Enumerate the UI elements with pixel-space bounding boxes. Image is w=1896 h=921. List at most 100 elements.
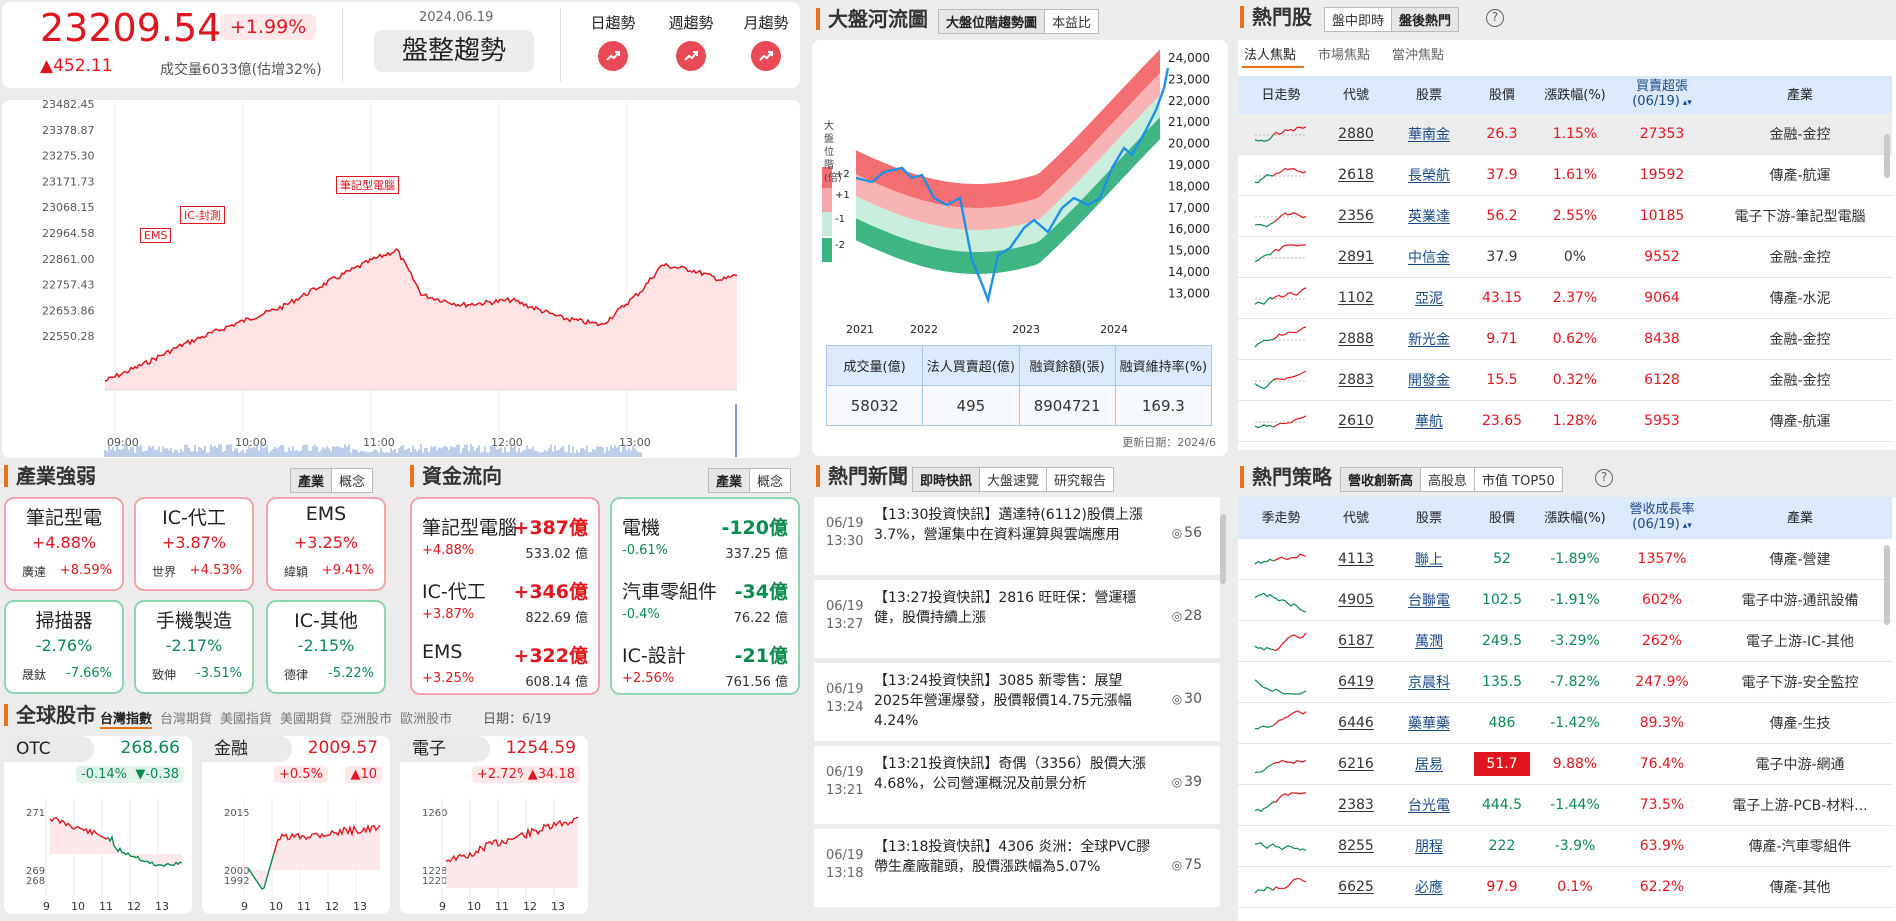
news-item[interactable]: 06/19 13:21 【13:21投資快訊】奇偶（3356）股價大漲 4.68%，… <box>814 746 1220 824</box>
tab-industry[interactable]: 產業 <box>291 469 333 492</box>
tab-concept[interactable]: 概念 <box>750 469 790 492</box>
sort-icon[interactable]: ▴▾ <box>1680 521 1692 531</box>
table-row[interactable]: 8255 朋程 222 -3.9% 63.9% 傳產-汽車零組件 <box>1238 825 1892 867</box>
global-market-card[interactable]: 金融 2009.57 +0.5% ▲10 2015 2000 1992 9 10 11 12 13 <box>202 736 390 914</box>
stock-name[interactable]: 亞泥 <box>1388 277 1470 319</box>
tab-realtime-news[interactable]: 即時快訊 <box>913 468 981 491</box>
table-row[interactable]: 2618 長榮航 37.9 1.61% 19592 傳產-航運 <box>1238 154 1892 196</box>
stock-name[interactable]: 開發金 <box>1388 359 1470 401</box>
stock-code[interactable]: 2891 <box>1324 236 1388 278</box>
industry-card[interactable]: IC-代工 +3.87% 世界 +4.53% <box>134 497 254 591</box>
sort-icon[interactable]: ▴▾ <box>1680 98 1692 108</box>
news-item[interactable]: 06/19 13:24 【13:24投資快訊】3085 新零售：展望2025年營運爆… <box>814 663 1220 741</box>
daily-trend-button[interactable]: 日趨勢 <box>578 12 648 71</box>
flow-row[interactable]: 筆記型電腦 +387億 +4.88% 533.02 億 <box>422 509 588 573</box>
intraday-chart[interactable]: 23482.45 23378.87 23275.30 23171.73 23068.15… <box>2 100 800 458</box>
stock-code[interactable]: 2883 <box>1324 359 1388 401</box>
global-tab[interactable]: 台灣期貨 <box>160 708 212 729</box>
strategy-scrollbar[interactable] <box>1884 545 1890 625</box>
stock-name[interactable]: 京晨科 <box>1388 661 1470 703</box>
global-market-card[interactable]: OTC 268.66 -0.14% ▼-0.38 271 269 268 9 10 11 12 13 <box>4 736 192 914</box>
stock-code[interactable]: 4113 <box>1324 539 1388 580</box>
stock-code[interactable]: 6446 <box>1324 702 1388 744</box>
stock-code[interactable]: 6419 <box>1324 661 1388 703</box>
stock-name[interactable]: 必應 <box>1388 866 1470 908</box>
stock-code[interactable]: 2610 <box>1324 400 1388 442</box>
stock-code[interactable]: 1102 <box>1324 277 1388 319</box>
tab-market-level[interactable]: 大盤位階趨勢圖 <box>939 10 1046 33</box>
table-row[interactable]: 2383 台光電 444.5 -1.44% 73.5% 電子上游-PCB-材料... <box>1238 784 1892 826</box>
hot-subtab[interactable]: 市場焦點 <box>1318 44 1370 63</box>
stock-code[interactable]: 2618 <box>1324 154 1388 196</box>
global-tab[interactable]: 美國期貨 <box>280 708 332 729</box>
stock-code[interactable]: 4905 <box>1324 579 1388 621</box>
table-row[interactable]: 2356 英業達 56.2 2.55% 10185 電子下游-筆記型電腦 <box>1238 195 1892 237</box>
flow-row[interactable]: EMS +322億 +3.25% 608.14 億 <box>422 637 588 701</box>
hot-subtab[interactable]: 當沖焦點 <box>1392 44 1444 63</box>
tab-intraday[interactable]: 盤中即時 <box>1325 8 1393 31</box>
global-tab[interactable]: 台灣指數 <box>100 708 153 729</box>
news-item[interactable]: 06/19 13:27 【13:27投資快訊】2816 旺旺保：營運穩健，股價持續上… <box>814 580 1220 658</box>
stock-name[interactable]: 萬潤 <box>1388 620 1470 662</box>
global-tab[interactable]: 亞洲股市 <box>340 708 392 729</box>
news-scrollbar[interactable] <box>1220 514 1226 584</box>
help-icon[interactable]: ? <box>1486 9 1504 27</box>
stock-name[interactable]: 新光金 <box>1388 318 1470 360</box>
tab-revenue-high[interactable]: 營收創新高 <box>1341 468 1422 491</box>
stock-name[interactable]: 中信金 <box>1388 236 1470 278</box>
stock-name[interactable]: 居易 <box>1388 743 1470 785</box>
flow-row[interactable]: 電機 -120億 -0.61% 337.25 億 <box>622 509 788 573</box>
table-row[interactable]: 6216 居易 51.7 9.88% 76.4% 電子中游-網通 <box>1238 743 1892 785</box>
industry-card[interactable]: 手機製造 -2.17% 致伸 -3.51% <box>134 600 254 694</box>
global-tab[interactable]: 歐洲股市 <box>400 708 452 729</box>
table-row[interactable]: 2891 中信金 37.9 0% 9552 金融-金控 <box>1238 236 1892 278</box>
stock-name[interactable]: 藥華藥 <box>1388 702 1470 744</box>
table-row[interactable]: 2610 華航 23.65 1.28% 5953 傳產-航運 <box>1238 400 1892 442</box>
stock-code[interactable]: 2880 <box>1324 114 1388 155</box>
table-row[interactable]: 2883 開發金 15.5 0.32% 6128 金融-金控 <box>1238 359 1892 401</box>
river-chart[interactable]: 24,000 23,000 22,000 21,000 20,000 19,000 18,0… <box>812 40 1228 340</box>
stock-name[interactable]: 朋程 <box>1388 825 1470 867</box>
tab-concept[interactable]: 概念 <box>332 469 372 492</box>
table-row[interactable]: 2888 新光金 9.71 0.62% 8438 金融-金控 <box>1238 318 1892 360</box>
stock-name[interactable]: 長榮航 <box>1388 154 1470 196</box>
stock-code[interactable]: 2356 <box>1324 195 1388 237</box>
table-row[interactable]: 1102 亞泥 43.15 2.37% 9064 傳產-水泥 <box>1238 277 1892 319</box>
stock-code[interactable]: 6216 <box>1324 743 1388 785</box>
tab-after-hours[interactable]: 盤後熱門 <box>1392 8 1459 31</box>
global-tab[interactable]: 美國指貨 <box>220 708 272 729</box>
industry-card[interactable]: 筆記型電 +4.88% 廣達 +8.59% <box>4 497 124 591</box>
stock-name[interactable]: 英業達 <box>1388 195 1470 237</box>
tab-market-overview[interactable]: 大盤速覽 <box>980 468 1048 491</box>
weekly-trend-button[interactable]: 週趨勢 <box>656 12 726 71</box>
tab-market-cap-top50[interactable]: 市值 TOP50 <box>1475 468 1562 491</box>
monthly-trend-button[interactable]: 月趨勢 <box>731 12 800 71</box>
help-icon[interactable]: ? <box>1595 469 1613 487</box>
tab-industry[interactable]: 產業 <box>709 469 751 492</box>
table-row[interactable]: 4905 台聯電 102.5 -1.91% 602% 電子中游-通訊設備 <box>1238 579 1892 621</box>
tab-pe-ratio[interactable]: 本益比 <box>1045 10 1098 33</box>
stock-code[interactable]: 2383 <box>1324 784 1388 826</box>
stock-name[interactable]: 聯上 <box>1388 539 1470 580</box>
flow-row[interactable]: IC-設計 -21億 +2.56% 761.56 億 <box>622 637 788 701</box>
table-row[interactable]: 6446 藥華藥 486 -1.42% 89.3% 傳產-生技 <box>1238 702 1892 744</box>
tab-high-dividend[interactable]: 高股息 <box>1421 468 1476 491</box>
flow-row[interactable]: 汽車零組件 -34億 -0.4% 76.22 億 <box>622 573 788 637</box>
hot-subtab[interactable]: 法人焦點 <box>1244 44 1296 63</box>
stock-code[interactable]: 6625 <box>1324 866 1388 908</box>
global-market-card[interactable]: 電子 1254.59 +2.72% ▲34.18 1260 1228 1220 9 10 11 12… <box>400 736 588 914</box>
column-header[interactable]: 營收成長率 (06/19) ▴▾ <box>1616 497 1708 539</box>
stock-code[interactable]: 6187 <box>1324 620 1388 662</box>
flow-row[interactable]: IC-代工 +346億 +3.87% 822.69 億 <box>422 573 588 637</box>
table-row[interactable]: 6419 京晨科 135.5 -7.82% 247.9% 電子下游-安全監控 <box>1238 661 1892 703</box>
tab-research-report[interactable]: 研究報告 <box>1047 468 1113 491</box>
industry-card[interactable]: 掃描器 -2.76% 晟鈦 -7.66% <box>4 600 124 694</box>
news-item[interactable]: 06/19 13:30 【13:30投資快訊】邁達特(6112)股價上漲3.7%，營… <box>814 497 1220 575</box>
industry-card[interactable]: EMS +3.25% 緯穎 +9.41% <box>266 497 386 591</box>
stock-name[interactable]: 華航 <box>1388 400 1470 442</box>
table-row[interactable]: 6187 萬潤 249.5 -3.29% 262% 電子上游-IC-其他 <box>1238 620 1892 662</box>
stock-code[interactable]: 8255 <box>1324 825 1388 867</box>
stock-name[interactable]: 華南金 <box>1388 114 1470 155</box>
column-header[interactable]: 買賣超張 (06/19) ▴▾ <box>1616 76 1708 114</box>
news-item[interactable]: 06/19 13:18 【13:18投資快訊】4306 炎洲：全球PVC膠帶生產廠龍… <box>814 829 1220 907</box>
